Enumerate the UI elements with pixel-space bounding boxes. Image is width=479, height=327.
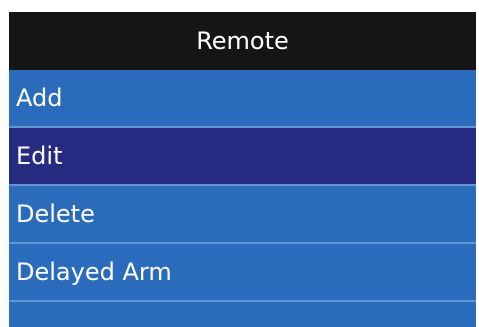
menu-item-add[interactable]: Add — [9, 70, 476, 126]
menu-item-edit[interactable]: Edit — [9, 128, 476, 184]
empty-menu-row — [9, 302, 476, 327]
page-title: Remote — [9, 12, 476, 70]
menu-item-delayed-arm[interactable]: Delayed Arm — [9, 244, 476, 300]
menu-item-delete[interactable]: Delete — [9, 186, 476, 242]
remote-menu-screen: Remote Add Edit Delete Delayed Arm — [9, 12, 476, 327]
